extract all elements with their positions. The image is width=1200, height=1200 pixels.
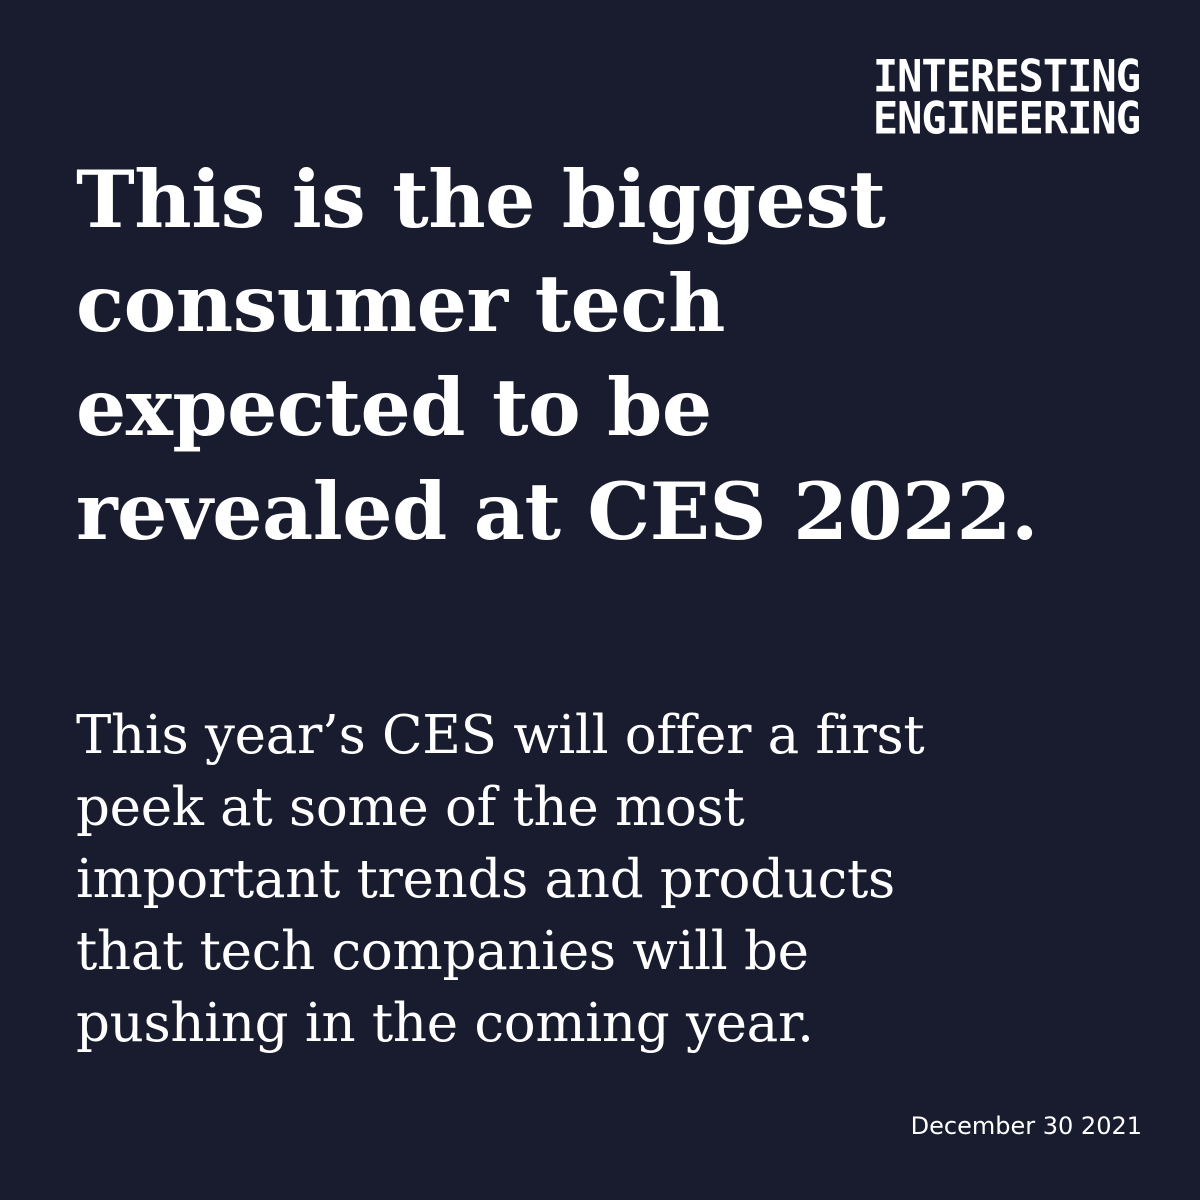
logo-line: INTERESTING [872, 50, 1141, 103]
headline-line: expected to be [76, 361, 712, 454]
summary-line: that tech companies will be [76, 921, 809, 982]
headline-line: revealed at CES 2022. [76, 465, 1038, 558]
summary-line: This year’s CES will offer a first [76, 705, 925, 766]
logo-line: ENGINEERING [872, 92, 1141, 145]
headline: This is the biggest consumer tech expect… [76, 148, 1166, 564]
summary-line: pushing in the coming year. [76, 993, 814, 1054]
headline-line: This is the biggest [76, 153, 886, 246]
summary-text: This year’s CES will offer a first peek … [76, 700, 1136, 1060]
summary-line: peek at some of the most [76, 777, 745, 838]
post-card: INTERESTING ENGINEERING This is the bigg… [0, 0, 1200, 1200]
brand-logo: INTERESTING ENGINEERING [872, 50, 1141, 145]
publish-date: December 30 2021 [910, 1112, 1142, 1140]
headline-line: consumer tech [76, 257, 725, 350]
summary-line: important trends and products [76, 849, 895, 910]
